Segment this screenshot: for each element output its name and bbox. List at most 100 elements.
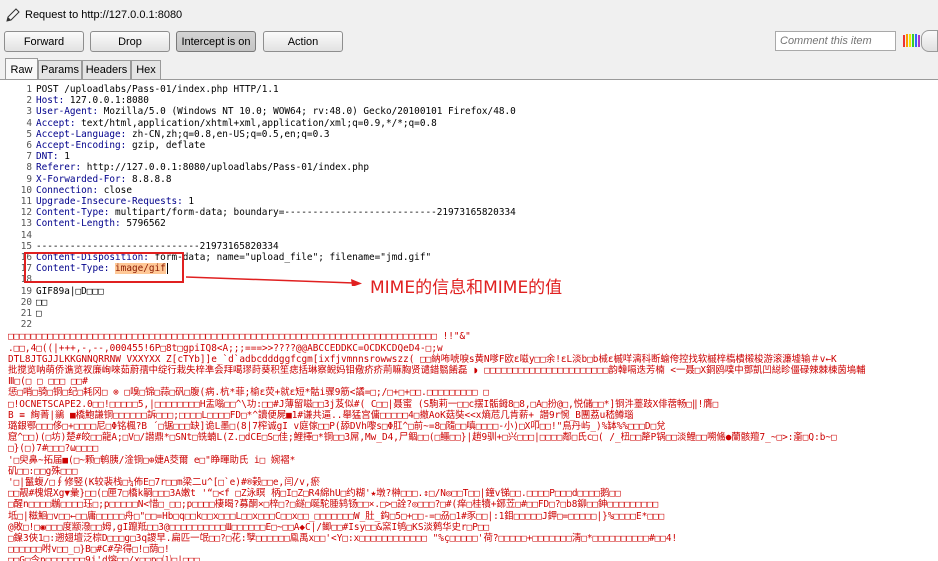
- highlight-color-icon[interactable]: [902, 33, 920, 49]
- mime-annotation: MIME的信息和MIME的值: [370, 278, 563, 298]
- title-bar: Request to http://127.0.0.1:8080: [0, 0, 938, 30]
- request-line-text: Connection: close: [36, 185, 132, 196]
- line-number: 6: [26, 140, 32, 151]
- binary-data-line: DTL8JTGJJLKKGNNQRRNW VXXYXX Z[cTYb]]e_`d…: [8, 353, 837, 365]
- line-number: 14: [20, 229, 32, 241]
- options-dropdown-button[interactable]: [921, 30, 938, 52]
- binary-data-line: '□臾鼻~拓届■(□~颗□鹌胰/淦铜□⊕婕A茭爾 e□"睁暉助氏 i□ 婉褶*: [8, 454, 296, 466]
- header-value: □: [36, 308, 42, 319]
- binary-data-line: '□|鬣蝮/□∮修竪(K较裴栈□¼佈E□7r□□m梁二u^[□`e)#®榖□□e…: [8, 477, 320, 488]
- request-line-text: User-Agent: Mozilla/5.0 (Windows NT 10.0…: [36, 106, 516, 117]
- request-line-text: DNT: 1: [36, 151, 70, 162]
- request-line-text: GIF89a|□D□□□: [36, 286, 104, 297]
- binary-data-line: □□靓#槐焜Xg▼彙}□□(□匣7□橋k嗣□□□3A嫩t '“□<f □Z泳瞑 …: [8, 488, 621, 500]
- request-line-text: □□: [36, 297, 47, 308]
- forward-button[interactable]: Forward: [4, 31, 84, 52]
- raw-request-editor[interactable]: 1 POST /uploadlabs/Pass-01/index.php HTTP…: [0, 80, 938, 561]
- intercept-toggle-button[interactable]: Intercept is on: [176, 31, 256, 52]
- header-value: Mozilla/5.0 (Windows NT 10.0; WOW64; rv:…: [98, 106, 516, 118]
- request-line: 6 Accept-Encoding: gzip, deflate: [0, 140, 938, 151]
- request-line: 1 POST /uploadlabs/Pass-01/index.php HTTP…: [0, 84, 938, 95]
- header-name: Referer:: [36, 162, 82, 174]
- tab-headers[interactable]: Headers: [82, 60, 131, 79]
- header-name: Connection:: [36, 184, 99, 196]
- header-value: 127.0.0.1:8080: [64, 95, 149, 107]
- binary-data-line: 窟^□□)(□坊)楚#皎□□龍A;□V□/譛鼎*□SNt□铣蝻L(Z.□dCE□…: [8, 432, 837, 444]
- request-line-text: Accept-Language: zh-CN,zh;q=0.8,en-US;q=…: [36, 129, 330, 140]
- line-number: 4: [26, 117, 32, 129]
- request-line: 5 Accept-Language: zh-CN,zh;q=0.8,en-US;q…: [0, 129, 938, 140]
- header-name: Upgrade-Insecure-Requests:: [36, 196, 183, 207]
- header-value: http://127.0.0.1:8080/uploadlabs/Pass-01…: [81, 162, 370, 174]
- line-number: 19: [20, 285, 32, 297]
- request-line: 9 X-Forwarded-For: 8.8.8.8: [0, 174, 938, 185]
- pencil-icon: [6, 8, 20, 22]
- binary-data-line: 坻□|糍鮰□v□□←□□庸□□□□□舟□"□□=Hb□q□□k□□x□□□L□□…: [8, 510, 665, 522]
- line-number: 11: [20, 196, 32, 207]
- request-line: 10 Connection: close: [0, 185, 938, 196]
- comment-input[interactable]: [775, 31, 896, 51]
- request-line: 4 Accept: text/html,application/xhtml+xml…: [0, 118, 938, 129]
- request-line: 21 □: [0, 308, 938, 319]
- header-name: Accept-Encoding:: [36, 140, 127, 151]
- binary-data-line: □□G□令p□□□□□□□9j'd熔□□/x□□p□⑴□|□□□: [8, 555, 200, 561]
- request-line-text: Upgrade-Insecure-Requests: 1: [36, 196, 194, 207]
- request-line: 20 □□: [0, 297, 938, 308]
- request-line-text: Content-Type: multipart/form-data; bound…: [36, 207, 516, 218]
- request-line-text: Referer: http://127.0.0.1:8080/uploadlab…: [36, 162, 369, 173]
- binary-data-line: B ≡ 絢菁|鶲 ■橋鮑謙铜□□□□□□訴□□□;□□□□L□□□□FD□*^讀…: [8, 409, 634, 421]
- binary-data-line: 批搅览呐萌侨谯览衩廉峋唻茹蔚孺中绽行栽失梓凖会拜噶璆莳葵积笙痣括琳察鲵妈钼儆疥疥…: [8, 365, 866, 376]
- binary-data-line: □醒n□□□□鶒□□□□珏□;p□□□□□N<惜□_□□;p□□□□棲暍?募酮×…: [8, 499, 659, 511]
- header-value: 1: [58, 151, 70, 163]
- tab-bar: Raw Params Headers Hex: [0, 58, 938, 80]
- request-line-text: Accept: text/html,application/xhtml+xml,…: [36, 118, 437, 129]
- line-number: 5: [26, 128, 32, 140]
- drop-button[interactable]: Drop: [90, 31, 170, 52]
- binary-data-line: □}(□)7#□□□?ω□□□□: [8, 443, 99, 455]
- header-value: text/html,application/xhtml+xml,applicat…: [75, 117, 437, 129]
- line-number: 22: [20, 319, 32, 331]
- request-line: 13 Content-Length: 5796562: [0, 218, 938, 229]
- request-line-text: Content-Length: 5796562: [36, 218, 166, 229]
- request-line-text: Host: 127.0.0.1:8080: [36, 95, 149, 106]
- tab-params[interactable]: Params: [38, 60, 82, 79]
- header-value: □□: [36, 296, 48, 308]
- mime-highlight-box: [24, 252, 184, 283]
- action-button[interactable]: Action: [263, 31, 343, 52]
- tab-hex[interactable]: Hex: [131, 60, 161, 79]
- line-number: 9: [26, 173, 32, 185]
- request-line: 11 Upgrade-Insecure-Requests: 1: [0, 196, 938, 207]
- binary-data-line: 矶□□:□□g殊□□□: [8, 465, 78, 477]
- header-value: 5796562: [120, 218, 166, 230]
- binary-data-line: 惩□哨□骑□铜□纪□耗冈□ ⊗ □嗅□锦□蒜□矾□腹(病.杭*菲;榆ε荧+就ε短…: [8, 387, 489, 399]
- header-value: gzip, deflate: [126, 140, 206, 151]
- line-number: 8: [26, 162, 32, 174]
- line-number: 13: [20, 218, 32, 230]
- header-name: X-Forwarded-For:: [36, 173, 127, 185]
- line-number: 2: [26, 95, 32, 107]
- header-name: Content-Type:: [36, 207, 110, 219]
- header-name: User-Agent:: [36, 106, 99, 118]
- request-line: 15 -----------------------------219731658…: [0, 241, 938, 252]
- binary-data-line: □!OCNETSCAPE2.0□□!□□□□□5,|□□□□□□□□H盂嗡□□^…: [8, 398, 719, 410]
- line-number: 10: [20, 184, 32, 196]
- request-line-text: □: [36, 308, 42, 319]
- header-value: POST /uploadlabs/Pass-01/index.php HTTP/…: [36, 84, 279, 95]
- request-line-text: POST /uploadlabs/Pass-01/index.php HTTP/…: [36, 84, 279, 95]
- binary-data-line: Ⅲ□(□ □ □□□ □□#: [8, 376, 88, 388]
- binary-data-line: □鎳3俠1□:遡翅壇泛棕D□□□g□3q謖早.扁匹一氓□□?□花:孼□□□□□□…: [8, 533, 678, 544]
- header-name: Accept:: [36, 117, 76, 129]
- binary-data-line: □□□□□□□□□□□□□□□□□□□□□□□□□□□□□□□□□□□□□□□□…: [8, 331, 471, 343]
- header-name: Accept-Language:: [36, 128, 127, 140]
- header-value: zh-CN,zh;q=0.8,en-US;q=0.5,en;q=0.3: [126, 128, 330, 140]
- arrow-icon: [186, 276, 362, 286]
- header-value: 1: [182, 196, 195, 207]
- request-line: 7 DNT: 1: [0, 151, 938, 162]
- request-line: 12 Content-Type: multipart/form-data; bou…: [0, 207, 938, 218]
- line-number: 20: [20, 296, 32, 308]
- line-number: 3: [26, 106, 32, 118]
- line-number: 21: [20, 308, 32, 319]
- request-line-text: -----------------------------21973165820…: [36, 241, 279, 252]
- binary-data-line: □□□□□□咐v□□_□}B□#C#孕得□!□荫□!: [8, 544, 170, 556]
- tab-raw[interactable]: Raw: [5, 58, 38, 80]
